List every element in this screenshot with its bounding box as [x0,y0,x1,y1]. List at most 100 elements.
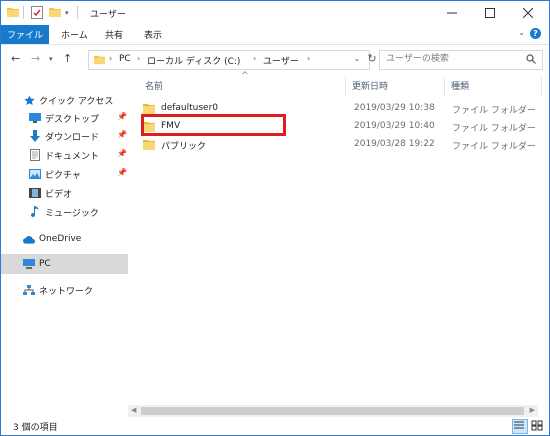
sidebar-item-desktop[interactable]: デスクトップ [29,109,99,127]
column-divider[interactable] [345,77,346,95]
sidebar-item-label: OneDrive [39,234,82,244]
sidebar-item-network[interactable]: ネットワーク [23,281,93,299]
file-name: defaultuser0 [161,103,219,113]
pin-icon[interactable]: 📌 [117,168,127,177]
sidebar-item-label: クイック アクセス [39,96,114,107]
search-icon[interactable] [526,54,536,67]
search-box[interactable] [379,50,543,70]
sidebar-item-downloads[interactable]: ダウンロード [29,127,99,145]
sidebar-item-documents[interactable]: ドキュメント [29,146,99,164]
search-input[interactable] [380,51,526,67]
sidebar-item-label: ダウンロード [45,132,100,143]
item-count: 3 個の項目 [13,423,58,433]
new-folder-icon[interactable] [49,6,61,20]
minimize-button[interactable] [433,1,471,25]
close-button[interactable] [509,1,547,25]
highlight-box [141,114,286,136]
column-divider[interactable] [541,77,542,95]
file-date: 2019/03/29 10:40 [354,121,435,131]
sidebar-item-label: ミュージック [45,208,99,219]
videos-icon [29,187,41,199]
sidebar-item-label: ドキュメント [45,151,100,162]
onedrive-cloud-icon [23,233,35,245]
download-icon [29,130,41,142]
scrollbar-thumb[interactable] [141,407,524,415]
sidebar-item-quick-access[interactable]: クイック アクセス [23,91,113,109]
file-date: 2019/03/28 19:22 [354,139,435,149]
window-title: ユーザー [90,10,126,20]
details-view-icon [514,421,524,429]
navigation-bar: ← → ▾ ↑ › PC › ローカル ディスク (C:) › ユーザー › ⌄… [1,48,549,72]
sidebar-item-videos[interactable]: ビデオ [29,184,72,202]
scroll-right-icon[interactable]: ▶ [530,406,535,414]
expand-ribbon-chevron-icon[interactable]: ⌄ [518,28,525,37]
forward-arrow-icon[interactable]: → [31,52,40,65]
up-arrow-icon[interactable]: ↑ [63,52,72,65]
file-type: ファイル フォルダー [452,124,536,134]
properties-icon[interactable] [31,6,43,20]
address-folder-icon [94,54,105,68]
folder-icon [7,6,19,20]
maximize-icon [485,8,495,18]
breadcrumb-local-disk[interactable]: ローカル ディスク (C:) [147,54,240,67]
address-bar[interactable]: › PC › ローカル ディスク (C:) › ユーザー › [88,50,370,70]
file-type: ファイル フォルダー [452,106,536,116]
sidebar-item-onedrive[interactable]: OneDrive [23,230,81,248]
sidebar-item-label: ネットワーク [39,286,94,297]
file-type: ファイル フォルダー [452,142,536,152]
file-date: 2019/03/29 10:38 [354,103,435,113]
back-arrow-icon[interactable]: ← [11,52,20,65]
network-icon [23,284,35,296]
documents-icon [29,149,41,161]
pc-icon [23,258,35,270]
tab-share[interactable]: 共有 [105,28,123,41]
breadcrumb-separator-icon[interactable]: › [307,54,310,63]
tab-view[interactable]: 表示 [144,28,162,41]
sidebar-item-label: デスクトップ [45,114,100,125]
maximize-button[interactable] [471,1,509,25]
sort-ascending-icon: ^ [241,71,249,81]
column-header-name[interactable]: 名前 [145,79,163,92]
tab-file[interactable]: ファイル [1,25,49,44]
minimize-icon [447,12,457,14]
close-icon [523,8,533,18]
column-header-date[interactable]: 更新日時 [352,79,388,92]
help-icon[interactable]: ? [530,28,541,39]
title-divider [77,6,78,19]
sidebar-item-music[interactable]: ミュージック [29,203,99,221]
table-row[interactable]: パブリック 2019/03/28 19:22 ファイル フォルダー [141,136,541,154]
sidebar-item-pictures[interactable]: ピクチャ [29,165,81,183]
status-bar: 3 個の項目 [1,417,549,435]
file-name: パブリック [161,142,207,152]
pictures-icon [29,168,41,180]
navigation-pane: クイック アクセス デスクトップ 📌 ダウンロード 📌 ドキュメント 📌 ピクチ… [1,79,128,407]
breadcrumb-pc[interactable]: PC [119,54,131,64]
customize-qa-chevron-icon[interactable]: ▾ [65,9,69,23]
sidebar-item-label: ピクチャ [45,170,81,181]
breadcrumb-separator-icon[interactable]: › [109,54,112,63]
scroll-left-icon[interactable]: ◀ [131,406,136,414]
recent-locations-chevron-icon[interactable]: ▾ [49,55,53,63]
breadcrumb-separator-icon[interactable]: › [137,54,140,63]
sidebar-item-label: PC [39,259,51,269]
large-icons-view-button[interactable] [530,419,546,434]
pin-icon[interactable]: 📌 [117,112,127,121]
star-icon [23,94,35,106]
pin-icon[interactable]: 📌 [117,149,127,158]
ribbon-tabs: ファイル ホーム 共有 表示 ⌄ ? [1,25,549,45]
large-icons-view-icon [531,420,543,431]
tab-home[interactable]: ホーム [61,28,88,41]
title-bar: ▾ ユーザー [1,1,549,25]
column-header-type[interactable]: 種類 [451,79,469,92]
sidebar-item-pc[interactable]: PC [1,254,128,274]
column-divider[interactable] [444,77,445,95]
folder-icon [143,139,155,153]
breadcrumb-users[interactable]: ユーザー [263,54,299,67]
explorer-window: ▾ ユーザー ファイル ホーム 共有 表示 ⌄ ? ← → ▾ ↑ › PC ›… [0,0,550,436]
pin-icon[interactable]: 📌 [117,130,127,139]
sidebar-item-label: ビデオ [45,189,73,200]
breadcrumb-separator-icon[interactable]: › [253,54,256,63]
qa-divider [23,6,24,19]
horizontal-scrollbar[interactable]: ◀ ▶ [128,405,538,417]
details-view-button[interactable] [512,419,528,434]
